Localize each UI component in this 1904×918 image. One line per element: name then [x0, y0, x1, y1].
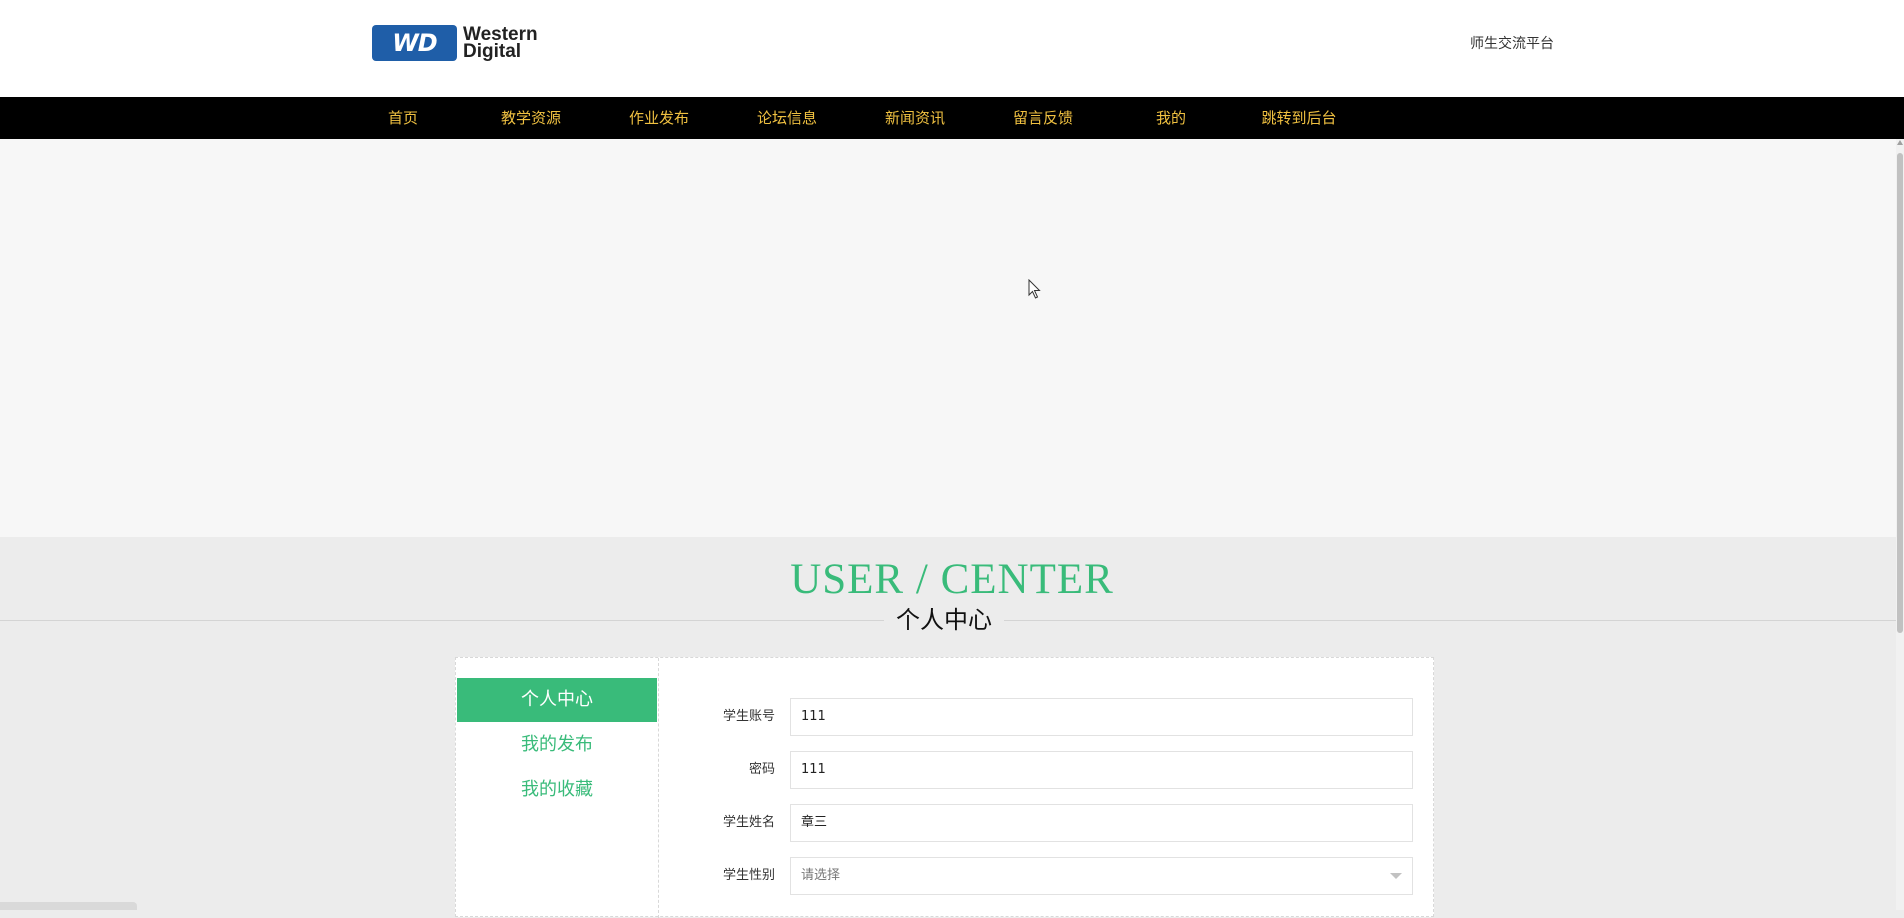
- mouse-cursor-icon: [1028, 279, 1041, 299]
- form-row-gender: 学生性别 请选择: [696, 857, 1413, 895]
- password-label: 密码: [748, 762, 775, 777]
- sidebar-item-my-posts[interactable]: 我的发布: [457, 723, 657, 767]
- name-label: 学生姓名: [722, 815, 775, 830]
- platform-name: 师生交流平台: [1470, 36, 1554, 52]
- user-sidebar: 个人中心 我的发布 我的收藏: [456, 658, 659, 918]
- nav-item-forum[interactable]: 论坛信息: [727, 97, 847, 139]
- sidebar-item-my-favorites[interactable]: 我的收藏: [457, 768, 657, 812]
- logo-wordmark: Western Digital: [463, 25, 538, 62]
- section-title-cn: 个人中心: [884, 603, 1004, 637]
- site-logo[interactable]: WD Western Digital: [372, 24, 562, 62]
- logo-badge: WD: [372, 25, 457, 61]
- form-row-password: 密码 111: [696, 751, 1413, 789]
- form-row-account: 学生账号 111: [696, 698, 1413, 736]
- logo-line-2: Digital: [463, 41, 522, 62]
- section-title-en: USER / CENTER: [790, 556, 1114, 603]
- banner: [0, 139, 1904, 537]
- name-input[interactable]: 章三: [790, 804, 1413, 842]
- scroll-thumb[interactable]: [1897, 153, 1903, 633]
- nav-item-homework[interactable]: 作业发布: [599, 97, 719, 139]
- user-center-panel: 个人中心 我的发布 我的收藏 学生账号 111 密码 111 学生姓名 章三 学…: [455, 657, 1434, 918]
- gender-select-placeholder: 请选择: [801, 868, 841, 883]
- page-scrollbar[interactable]: [1896, 139, 1904, 910]
- scroll-up-arrow-icon[interactable]: [1897, 140, 1903, 145]
- nav-item-home[interactable]: 首页: [343, 97, 463, 139]
- main-nav: 首页 教学资源 作业发布 论坛信息 新闻资讯 留言反馈 我的 跳转到后台: [0, 97, 1904, 139]
- gender-label: 学生性别: [722, 868, 775, 883]
- account-label: 学生账号: [722, 709, 775, 724]
- nav-item-admin[interactable]: 跳转到后台: [1239, 97, 1359, 139]
- nav-item-news[interactable]: 新闻资讯: [855, 97, 975, 139]
- gender-select[interactable]: 请选择: [790, 857, 1413, 895]
- chevron-down-icon: [1390, 873, 1402, 879]
- sidebar-item-profile[interactable]: 个人中心: [457, 678, 657, 722]
- account-input[interactable]: 111: [790, 698, 1413, 736]
- bottom-left-tab: [0, 902, 137, 910]
- nav-item-mine[interactable]: 我的: [1111, 97, 1231, 139]
- password-input[interactable]: 111: [790, 751, 1413, 789]
- form-row-name: 学生姓名 章三: [696, 804, 1413, 842]
- site-header: WD Western Digital 师生交流平台: [0, 0, 1904, 97]
- nav-item-resources[interactable]: 教学资源: [471, 97, 591, 139]
- nav-item-feedback[interactable]: 留言反馈: [983, 97, 1103, 139]
